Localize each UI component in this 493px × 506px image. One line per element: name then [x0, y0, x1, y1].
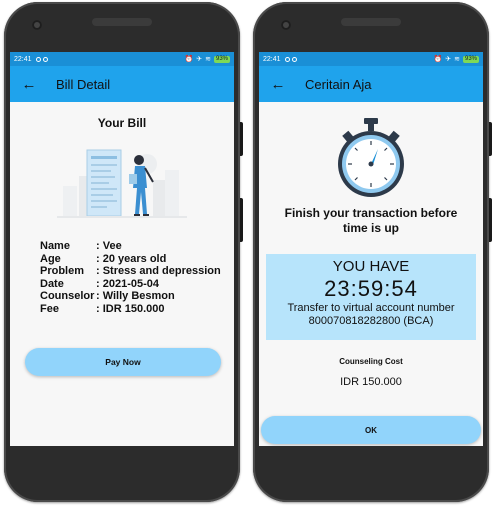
alarm-icon: ⏰ — [433, 55, 443, 63]
ok-button[interactable]: OK — [261, 416, 481, 444]
notification-icon — [35, 56, 41, 62]
detail-label: Date — [40, 277, 64, 290]
back-arrow-icon[interactable]: ← — [20, 75, 38, 93]
detail-row-date: Date : 2021-05-04 — [40, 278, 234, 291]
detail-row-age: Age : 20 years old — [40, 253, 234, 266]
detail-row-problem: Problem : Stress and depression — [40, 265, 234, 278]
detail-row-name: Name : Vee — [40, 240, 234, 253]
airplane-mode-icon: ✈ — [445, 55, 452, 63]
notification-icon — [42, 56, 48, 62]
detail-value: : Willy Besmon — [96, 290, 175, 303]
volume-button — [240, 198, 243, 242]
status-bar: 22:41 ⏰ ✈ ≋ 93% — [10, 52, 234, 66]
counseling-cost-label: Counseling Cost — [339, 357, 403, 366]
alarm-icon: ⏰ — [184, 55, 194, 63]
bill-heading: Your Bill — [97, 116, 147, 130]
wifi-icon: ≋ — [454, 55, 460, 63]
earpiece-speaker — [92, 18, 152, 26]
status-time: 22:41 — [14, 55, 32, 63]
app-bar: ← Bill Detail — [10, 66, 234, 102]
status-time: 22:41 — [263, 55, 281, 63]
bill-details: Name : Vee Age : 20 years old Problem : … — [40, 240, 234, 316]
bill-illustration — [57, 149, 187, 218]
pay-now-button[interactable]: Pay Now — [25, 348, 221, 376]
finish-transaction-text: Finish your transaction before time is u… — [284, 206, 458, 235]
detail-row-fee: Fee : IDR 150.000 — [40, 303, 234, 316]
detail-label: Fee — [40, 302, 59, 315]
detail-value: : IDR 150.000 — [96, 302, 165, 315]
detail-value: : 2021-05-04 — [96, 277, 159, 290]
detail-label: Counselor — [40, 290, 95, 303]
airplane-mode-icon: ✈ — [196, 55, 203, 63]
detail-value: : 20 years old — [96, 252, 167, 265]
counseling-cost-value: IDR 150.000 — [340, 376, 402, 388]
detail-value: : Vee — [96, 240, 122, 252]
battery-icon: 93% — [462, 55, 479, 63]
countdown-panel: YOU HAVE 23:59:54 Transfer to virtual ac… — [266, 254, 476, 340]
notification-icons — [284, 56, 297, 62]
phone-bill-detail: 22:41 ⏰ ✈ ≋ 93% ← Bill Detail Your Bill — [4, 2, 243, 502]
front-camera — [281, 20, 291, 30]
virtual-account-text: Transfer to virtual account number 80007… — [287, 302, 455, 327]
page-title: Bill Detail — [56, 76, 111, 92]
bill-detail-screen: 22:41 ⏰ ✈ ≋ 93% ← Bill Detail Your Bill — [10, 52, 234, 446]
battery-icon: 93% — [213, 55, 230, 63]
detail-value: : Stress and depression — [96, 265, 221, 278]
stopwatch-icon — [338, 118, 404, 197]
detail-label: Name — [40, 240, 70, 252]
notification-icon — [284, 56, 290, 62]
notification-icon — [291, 56, 297, 62]
front-camera — [32, 20, 42, 30]
detail-label: Problem — [40, 265, 85, 278]
detail-row-counselor: Counselor : Willy Besmon — [40, 290, 234, 303]
payment-screen: 22:41 ⏰ ✈ ≋ 93% ← Ceritain Aja Finish yo… — [259, 52, 483, 446]
back-arrow-icon[interactable]: ← — [269, 75, 287, 93]
status-bar: 22:41 ⏰ ✈ ≋ 93% — [259, 52, 483, 66]
wifi-icon: ≋ — [205, 55, 211, 63]
notification-icons — [35, 56, 48, 62]
detail-label: Age — [40, 252, 61, 265]
power-button — [489, 122, 492, 156]
earpiece-speaker — [341, 18, 401, 26]
you-have-label: YOU HAVE — [332, 258, 410, 275]
volume-button — [489, 198, 492, 242]
page-title: Ceritain Aja — [305, 76, 372, 92]
power-button — [240, 122, 243, 156]
app-bar: ← Ceritain Aja — [259, 66, 483, 102]
countdown-timer: 23:59:54 — [324, 276, 418, 301]
phone-payment: 22:41 ⏰ ✈ ≋ 93% ← Ceritain Aja Finish yo… — [253, 2, 492, 502]
